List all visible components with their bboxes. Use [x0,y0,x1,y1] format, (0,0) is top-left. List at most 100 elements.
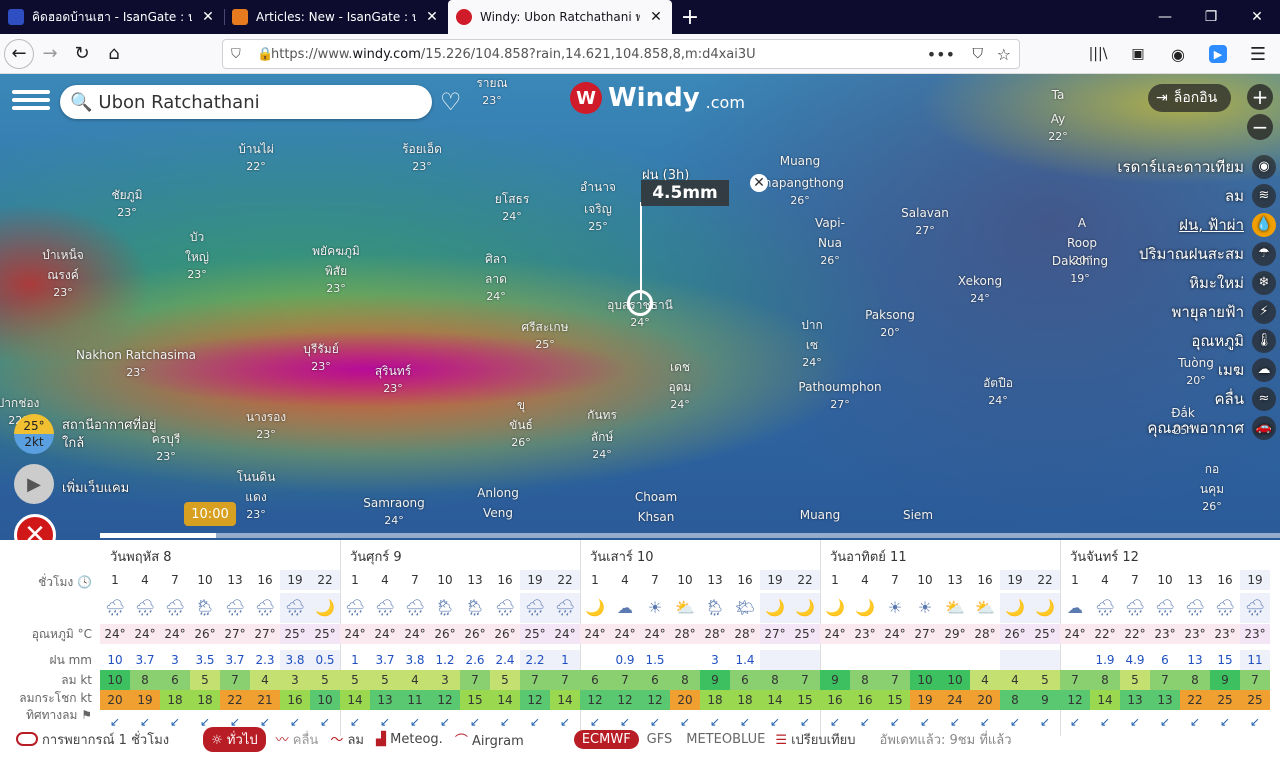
maximize-button[interactable]: ❐ [1188,0,1234,34]
forecast-cell: 29° [940,624,970,644]
search-input[interactable]: Ubon Ratchathani [98,92,259,113]
bookmark-star-icon[interactable]: ☆ [997,45,1011,64]
forecast-cell: 22 [790,570,820,590]
compare-button[interactable]: ☰ เปรียบเทียบ [775,729,855,750]
layer-item[interactable]: ปริมาณฝนสะสม ☂ [1040,239,1280,268]
rain-label: ฝน mm [49,653,92,667]
tab-waves[interactable]: 〰 คลื่น [276,729,319,750]
webcam-icon[interactable]: ▶ [14,464,54,504]
layer-item[interactable]: เมฆ ☁ [1040,355,1280,384]
day-header[interactable]: วันอาทิตย์ 11 [830,546,907,567]
forecast-row-rain: 1.9 4.9 6 13 15 11 [1060,650,1270,670]
sidebar-icon[interactable]: ▣ [1122,38,1154,70]
forecast-cell: 7 [220,670,250,690]
zoom-out-button[interactable]: − [1247,114,1273,140]
layer-icon: 🌡 [1252,328,1276,353]
airgram-icon: ⌒ [454,733,468,749]
layer-item[interactable]: อุณหภูมิ 🌡 [1040,326,1280,355]
forecast-cell: 6 [160,670,190,690]
login-button[interactable]: ⇥ ล็อกอิน [1148,84,1232,112]
layer-item[interactable]: คลื่น ≈ [1040,384,1280,413]
city-label: Xekong 24° [957,274,1003,305]
account-icon[interactable]: ◉ [1162,38,1194,70]
forecast-cell: 25° [520,624,550,644]
day-header[interactable]: วันศุกร์ 9 [350,546,402,567]
reload-button[interactable]: ↻ [66,38,98,70]
home-button[interactable]: ⌂ [98,38,130,70]
forecast-cell: 1.2 [435,653,455,667]
new-tab-button[interactable]: + [672,0,708,34]
layer-item[interactable]: ลม ≋ [1040,181,1280,210]
forecast-row-wind: 9 8 7 10 10 4 4 5 [820,670,1060,690]
model-meteoblue[interactable]: METEOBLUE [686,732,765,747]
tab-airgram[interactable]: ⌒ Airgram [455,730,524,749]
weather-icon: 🌧 [1240,593,1270,623]
menu-icon[interactable]: ☰ [1242,38,1274,70]
page-actions-icon[interactable]: ••• [927,45,955,64]
layer-item[interactable]: พายุลายฟ้า ⚡ [1040,297,1280,326]
hamburger-menu-icon[interactable] [12,86,50,116]
back-button[interactable]: ← [4,38,34,69]
weather-station-button[interactable]: 25° 2kt [14,414,54,454]
tab-wind[interactable]: 〜 ลม [330,729,364,750]
city-label: บุรีรัมย์ 23° [303,342,339,373]
timeline-time-badge[interactable]: 10:00 [184,502,236,526]
forecast-row-rain: 10 3.7 3 3.5 3.7 2.3 3.8 0.5 [100,650,340,670]
layer-item[interactable]: คุณภาพอากาศ 🚗 [1040,413,1280,442]
url-text[interactable]: https://www.windy.com/15.226/104.858?rai… [271,47,756,62]
location-picker[interactable] [627,290,653,316]
forecast-row-hours: 1 4 7 10 13 16 19 22 [100,570,340,590]
close-tab-icon[interactable]: ✕ [200,9,216,25]
zoom-in-button[interactable]: + [1247,84,1273,110]
weather-station-label[interactable]: สถานีอากาศที่อยู่ ใกล้ [62,417,157,453]
close-tab-icon[interactable]: ✕ [648,9,664,25]
forecast-row-gust: 12 12 12 20 18 18 14 15 [580,690,820,710]
forecast-cell: 10 [1157,573,1173,587]
add-webcam-label[interactable]: เพิ่มเว็บแคม [62,477,129,498]
zoom-extension-icon[interactable]: ▶ [1202,38,1234,70]
toggle-icon[interactable] [16,732,38,746]
layer-item[interactable]: หิมะใหม่ ❄ [1040,268,1280,297]
browser-tab-2[interactable]: Articles: New - IsanGate : ประตู ✕ [224,0,448,34]
close-window-button[interactable]: ✕ [1234,0,1280,34]
layer-item[interactable]: ฝน, ฟ้าผ่า 💧 [1040,210,1280,239]
model-ecmwf[interactable]: ECMWF [573,729,639,749]
shield-icon[interactable]: ⛉ [231,47,241,62]
forecast-cell: 4 [621,573,629,587]
tab-general[interactable]: ☼ ทั่วไป [203,726,266,752]
forecast-footer: การพยากรณ์ 1 ชั่วโมง ☼ ทั่วไป 〰 คลื่น 〜 … [0,724,1280,754]
tab-meteogram[interactable]: ▟ Meteog. [376,732,443,747]
weather-map[interactable]: บ้านไผ่ 22° ร้อยเอ็ด 23° ชัยภูมิ 23° ยโสธร 24° อ… [0,74,1280,540]
forecast-cell: 19 [1240,570,1270,590]
day-header[interactable]: วันเสาร์ 10 [590,546,654,567]
forecast-row-wind: 55437577 [340,670,580,690]
timeline-bar[interactable] [100,533,1280,538]
lock-icon[interactable]: 🔒 [257,47,273,62]
picker-close-icon[interactable]: ✕ [750,174,768,192]
forecast-row-temps: 24° 24° 24° 26° 27° 27° 25° 25° [100,624,340,644]
day-header[interactable]: วันพฤหัส 8 [110,546,172,567]
browser-tab-1[interactable]: คิดฮอดบ้านเฮา - IsanGate : ประตู ✕ [0,0,224,34]
forecast-cell: 12 [430,690,460,710]
weather-icon: 🌦 [194,598,216,617]
pocket-icon[interactable]: ⛉ [973,46,984,62]
forecast-cell: 5 [340,670,370,690]
close-forecast-button[interactable]: ✕ [14,514,56,540]
forecast-cell: 26° [430,624,460,644]
search-box[interactable]: 🔍 Ubon Ratchathani [60,85,432,119]
library-icon[interactable]: |||\ [1082,38,1114,70]
address-bar[interactable]: ⛉ 🔒 https://www.windy.com/15.226/104.858… [222,39,1020,69]
close-tab-icon[interactable]: ✕ [424,9,440,25]
forecast-cell: 22 [1180,690,1210,710]
forward-button[interactable]: → [34,38,66,70]
day-header[interactable]: วันจันทร์ 12 [1070,546,1139,567]
favorite-heart-icon[interactable]: ♡ [440,88,462,116]
layer-item[interactable]: เรดาร์และดาวเทียม ◉ [1040,152,1280,181]
forecast-cell: 5 [490,670,520,690]
browser-tab-3[interactable]: Windy: Ubon Ratchathani พยาก ✕ [448,0,672,34]
forecast-cell: 5 [370,670,400,690]
minimize-button[interactable]: — [1142,0,1188,34]
hourly-forecast-toggle[interactable]: การพยากรณ์ 1 ชั่วโมง [42,729,169,750]
windy-logo[interactable]: W Windy .com [570,82,745,114]
model-gfs[interactable]: GFS [647,732,673,747]
